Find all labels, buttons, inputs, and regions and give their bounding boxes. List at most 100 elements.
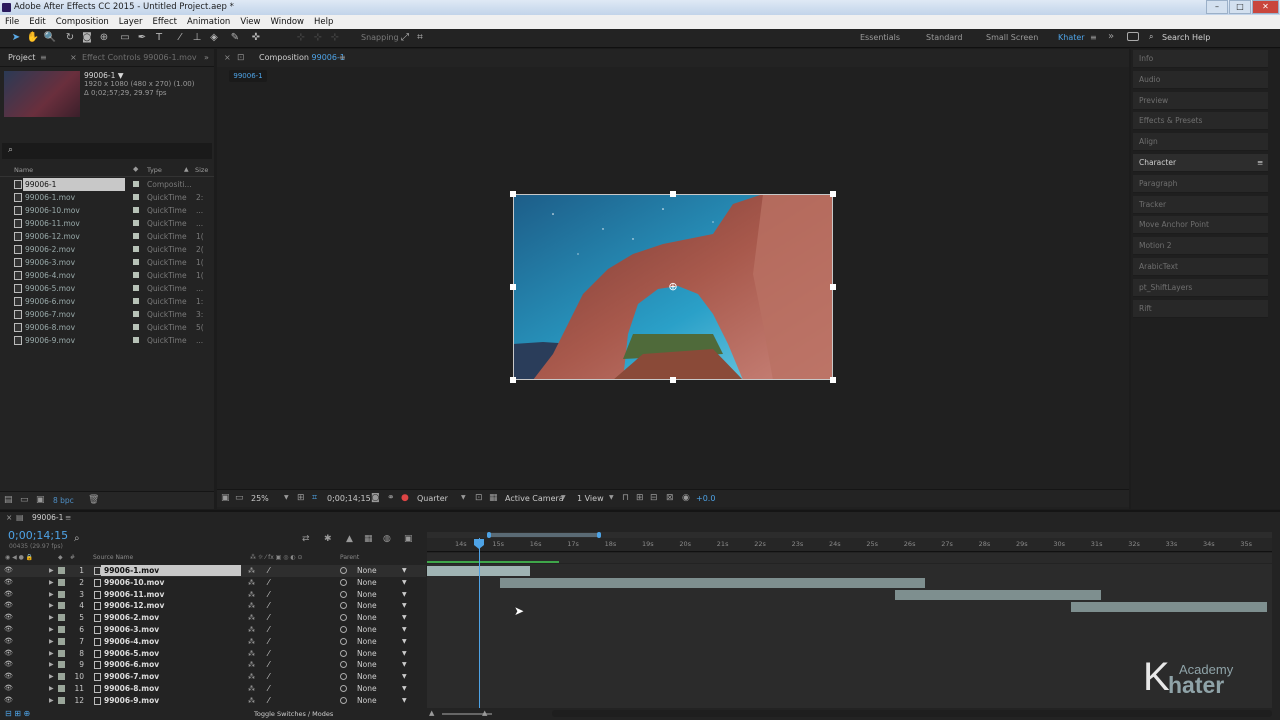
project-item[interactable]: 99006-3.mov QuickTime 1( bbox=[0, 256, 212, 269]
expand-triangle-icon[interactable]: ▶ bbox=[49, 636, 54, 647]
layer-row[interactable]: 👁 ▶ 8 99006-5.mov ⁂ ⁄ None ▼ bbox=[0, 648, 426, 660]
layer-name[interactable]: 99006-3.mov bbox=[104, 624, 159, 635]
visibility-eye-icon[interactable]: 👁 bbox=[4, 601, 13, 609]
display-icon[interactable]: ▭ bbox=[235, 493, 244, 503]
visibility-eye-icon[interactable]: 👁 bbox=[4, 613, 13, 621]
handle-middle-right[interactable] bbox=[830, 284, 836, 290]
project-item[interactable]: 99006-5.mov QuickTime... bbox=[0, 282, 212, 295]
project-item[interactable]: 99006-9.mov QuickTime... bbox=[0, 334, 212, 347]
handle-top-left[interactable] bbox=[510, 191, 516, 197]
visibility-eye-icon[interactable]: 👁 bbox=[4, 684, 13, 692]
view-layout-dropdown-arrow-icon[interactable]: ▼ bbox=[609, 494, 614, 501]
layer-name[interactable]: 99006-5.mov bbox=[104, 648, 159, 659]
shy-switch-icon[interactable]: ⁂ bbox=[248, 613, 255, 624]
axis-world-icon[interactable]: ⊹ bbox=[311, 31, 325, 45]
shy-switch-icon[interactable]: ⁂ bbox=[248, 696, 255, 707]
parent-pickwhip-icon[interactable] bbox=[340, 661, 347, 669]
parent-dropdown[interactable]: None bbox=[357, 648, 377, 659]
menu-help[interactable]: Help bbox=[309, 15, 338, 29]
expand-triangle-icon[interactable]: ▶ bbox=[49, 589, 54, 600]
quality-switch-icon[interactable]: ⁄ bbox=[268, 565, 269, 576]
timeline-current-time[interactable]: 0;00;14;15 bbox=[8, 529, 68, 542]
menu-file[interactable]: File bbox=[0, 15, 24, 29]
label-color-swatch[interactable] bbox=[133, 207, 139, 213]
resolution-dropdown-arrow-icon[interactable]: ▼ bbox=[461, 494, 466, 501]
layer-name[interactable]: 99006-1.mov bbox=[101, 565, 241, 576]
fit-icon[interactable]: ⊞ bbox=[297, 493, 305, 503]
sort-arrow-icon[interactable]: ▲ bbox=[184, 166, 189, 173]
project-search-input[interactable]: ⌕ bbox=[2, 143, 212, 159]
snapping-options-icon[interactable]: ⌗ bbox=[413, 31, 427, 45]
expand-triangle-icon[interactable]: ▶ bbox=[49, 671, 54, 682]
panel-arabictext[interactable]: ArabicText bbox=[1133, 258, 1268, 276]
parent-pickwhip-icon[interactable] bbox=[340, 614, 347, 622]
quality-switch-icon[interactable]: ⁄ bbox=[268, 683, 269, 694]
parent-dropdown[interactable]: None bbox=[357, 600, 377, 611]
comp-mini-flowchart-icon[interactable]: ⇄ bbox=[302, 534, 310, 544]
expand-triangle-icon[interactable]: ▶ bbox=[49, 612, 54, 623]
parent-dropdown[interactable]: None bbox=[357, 577, 377, 588]
visibility-eye-icon[interactable]: 👁 bbox=[4, 590, 13, 598]
workspace-small-screen[interactable]: Small Screen bbox=[986, 33, 1038, 42]
new-composition-icon[interactable]: ▣ bbox=[36, 495, 45, 505]
shy-switch-icon[interactable]: ⁂ bbox=[248, 625, 255, 636]
zoom-dropdown[interactable]: 25% bbox=[251, 494, 269, 503]
label-color-swatch[interactable] bbox=[58, 673, 65, 681]
panel-rift[interactable]: Rift bbox=[1133, 299, 1268, 318]
av-features-icon[interactable]: ◉ ◀ ● 🔒 bbox=[5, 554, 33, 561]
expand-triangle-icon[interactable]: ▶ bbox=[49, 565, 54, 576]
panel-menu-icon[interactable]: ≡ bbox=[65, 511, 71, 525]
workspace-essentials[interactable]: Essentials bbox=[860, 33, 900, 42]
tab-project[interactable]: Project bbox=[8, 49, 35, 67]
project-item[interactable]: 99006-1.mov QuickTime 2: bbox=[0, 191, 212, 204]
trash-icon[interactable]: 🗑 bbox=[88, 495, 99, 505]
view-layout-dropdown[interactable]: 1 View bbox=[577, 494, 604, 503]
project-item[interactable]: 99006-12.mov QuickTime 1( bbox=[0, 230, 212, 243]
axis-view-icon[interactable]: ⊹ bbox=[328, 31, 342, 45]
zoom-out-icon[interactable]: ▲ bbox=[429, 709, 434, 717]
label-color-swatch[interactable] bbox=[133, 181, 139, 187]
maximize-button[interactable]: □ bbox=[1229, 0, 1251, 14]
source-name-column[interactable]: Source Name bbox=[93, 554, 133, 561]
zoom-tool-icon[interactable]: 🔍 bbox=[43, 31, 57, 45]
label-color-swatch[interactable] bbox=[58, 614, 65, 622]
parent-dropdown-arrow-icon[interactable]: ▼ bbox=[402, 683, 407, 694]
shy-switch-icon[interactable]: ⁂ bbox=[248, 649, 255, 660]
label-color-swatch[interactable] bbox=[133, 324, 139, 330]
shy-switch-icon[interactable]: ⁂ bbox=[248, 660, 255, 671]
layer-row[interactable]: 👁 ▶ 12 99006-9.mov ⁂ ⁄ None ▼ bbox=[0, 695, 426, 707]
quality-switch-icon[interactable]: ⁄ bbox=[268, 577, 269, 588]
search-icon[interactable]: ⌕ bbox=[1149, 32, 1153, 42]
label-color-swatch[interactable] bbox=[133, 259, 139, 265]
visibility-eye-icon[interactable]: 👁 bbox=[4, 696, 13, 704]
label-column-icon[interactable]: ◆ bbox=[58, 554, 63, 561]
layer-name[interactable]: 99006-10.mov bbox=[104, 577, 164, 588]
panel-paragraph[interactable]: Paragraph bbox=[1133, 174, 1268, 193]
quality-switch-icon[interactable]: ⁄ bbox=[268, 636, 269, 647]
exposure-value[interactable]: +0.0 bbox=[696, 494, 715, 503]
comp-navigator-chip[interactable]: 99006-1 bbox=[229, 70, 267, 82]
layer-name[interactable]: 99006-7.mov bbox=[104, 671, 159, 682]
graph-editor-icon[interactable]: ▣ bbox=[404, 534, 413, 544]
label-color-swatch[interactable] bbox=[133, 311, 139, 317]
parent-dropdown-arrow-icon[interactable]: ▼ bbox=[402, 624, 407, 635]
layer-name[interactable]: 99006-2.mov bbox=[104, 612, 159, 623]
label-column-icon[interactable]: ◆ bbox=[133, 165, 138, 173]
layer-name[interactable]: 99006-12.mov bbox=[104, 600, 164, 611]
parent-dropdown-arrow-icon[interactable]: ▼ bbox=[402, 636, 407, 647]
parent-dropdown-arrow-icon[interactable]: ▼ bbox=[402, 695, 407, 706]
handle-bottom-left[interactable] bbox=[510, 377, 516, 383]
visibility-eye-icon[interactable]: 👁 bbox=[4, 566, 13, 574]
layer-number-column[interactable]: # bbox=[70, 554, 75, 561]
label-color-swatch[interactable] bbox=[133, 233, 139, 239]
workspace-menu-icon[interactable]: ≡ bbox=[1090, 33, 1097, 42]
parent-pickwhip-icon[interactable] bbox=[340, 685, 347, 692]
parent-pickwhip-icon[interactable] bbox=[340, 578, 347, 586]
camera-dropdown[interactable]: Active Camera bbox=[505, 494, 564, 503]
frame-blending-icon[interactable]: ▦ bbox=[364, 534, 373, 544]
parent-dropdown-arrow-icon[interactable]: ▼ bbox=[402, 589, 407, 600]
parent-dropdown-arrow-icon[interactable]: ▼ bbox=[402, 671, 407, 682]
column-name[interactable]: Name bbox=[14, 166, 33, 174]
visibility-eye-icon[interactable]: 👁 bbox=[4, 637, 13, 645]
axis-local-icon[interactable]: ⊹ bbox=[294, 31, 308, 45]
